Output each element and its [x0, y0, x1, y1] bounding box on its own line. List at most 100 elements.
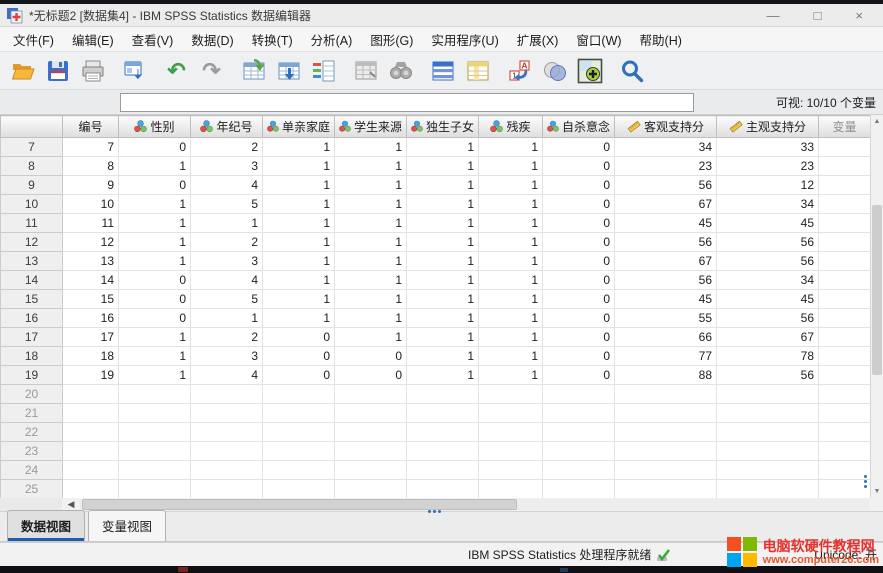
- row-number-cell[interactable]: 25: [1, 480, 63, 499]
- data-cell[interactable]: [717, 385, 819, 404]
- data-cell[interactable]: 1: [119, 233, 191, 252]
- data-cell[interactable]: [63, 480, 119, 499]
- data-cell[interactable]: [615, 461, 717, 480]
- data-cell[interactable]: [543, 461, 615, 480]
- variables-info-icon[interactable]: [306, 55, 341, 87]
- data-cell[interactable]: [63, 385, 119, 404]
- data-cell[interactable]: 1: [119, 328, 191, 347]
- data-cell[interactable]: [263, 385, 335, 404]
- data-cell[interactable]: 0: [119, 309, 191, 328]
- data-cell[interactable]: [63, 404, 119, 423]
- data-cell[interactable]: 4: [191, 271, 263, 290]
- data-cell[interactable]: 1: [335, 328, 407, 347]
- data-cell[interactable]: 56: [717, 309, 819, 328]
- data-cell[interactable]: [263, 423, 335, 442]
- data-cell[interactable]: 1: [335, 309, 407, 328]
- data-cell[interactable]: [191, 442, 263, 461]
- data-cell[interactable]: [119, 404, 191, 423]
- data-cell[interactable]: [819, 214, 871, 233]
- data-cell[interactable]: 1: [119, 195, 191, 214]
- data-cell[interactable]: [191, 423, 263, 442]
- menu-item-transform[interactable]: 转换(T): [243, 27, 302, 52]
- data-cell[interactable]: 0: [119, 176, 191, 195]
- data-cell[interactable]: 1: [191, 214, 263, 233]
- data-cell[interactable]: 0: [335, 366, 407, 385]
- data-cell[interactable]: [819, 366, 871, 385]
- data-cell[interactable]: 15: [63, 290, 119, 309]
- data-cell[interactable]: 10: [63, 195, 119, 214]
- data-cell[interactable]: [819, 138, 871, 157]
- data-cell[interactable]: 78: [717, 347, 819, 366]
- row-number-cell[interactable]: 18: [1, 347, 63, 366]
- data-cell[interactable]: 4: [191, 366, 263, 385]
- data-cell[interactable]: 0: [543, 366, 615, 385]
- data-cell[interactable]: [819, 328, 871, 347]
- row-number-cell[interactable]: 23: [1, 442, 63, 461]
- scroll-up-icon[interactable]: ▲: [871, 115, 883, 128]
- open-file-icon[interactable]: [5, 55, 40, 87]
- grid-corner-cell[interactable]: [1, 116, 63, 138]
- data-cell[interactable]: [819, 290, 871, 309]
- data-cell[interactable]: 1: [263, 214, 335, 233]
- data-cell[interactable]: 0: [543, 252, 615, 271]
- data-cell[interactable]: [191, 461, 263, 480]
- column-header-9[interactable]: 客观支持分: [615, 116, 717, 138]
- data-cell[interactable]: 9: [63, 176, 119, 195]
- row-number-cell[interactable]: 8: [1, 157, 63, 176]
- data-cell[interactable]: 13: [63, 252, 119, 271]
- data-cell[interactable]: 67: [615, 252, 717, 271]
- show-all-variables-icon[interactable]: [572, 55, 607, 87]
- vertical-scrollbar[interactable]: ▲ ▼: [870, 115, 883, 498]
- close-button[interactable]: ×: [855, 9, 863, 22]
- data-cell[interactable]: [335, 404, 407, 423]
- menu-item-utilities[interactable]: 实用程序(U): [422, 27, 507, 52]
- data-cell[interactable]: 0: [119, 290, 191, 309]
- data-cell[interactable]: 1: [407, 271, 479, 290]
- data-cell[interactable]: [717, 423, 819, 442]
- data-cell[interactable]: 33: [717, 138, 819, 157]
- data-cell[interactable]: 23: [717, 157, 819, 176]
- row-number-cell[interactable]: 10: [1, 195, 63, 214]
- data-cell[interactable]: 1: [263, 271, 335, 290]
- row-number-cell[interactable]: 19: [1, 366, 63, 385]
- data-cell[interactable]: [335, 461, 407, 480]
- data-cell[interactable]: 56: [615, 176, 717, 195]
- value-labels-icon[interactable]: 1A: [502, 55, 537, 87]
- data-cell[interactable]: [407, 442, 479, 461]
- data-cell[interactable]: [407, 480, 479, 499]
- data-cell[interactable]: 1: [407, 233, 479, 252]
- data-cell[interactable]: [335, 385, 407, 404]
- data-cell[interactable]: 1: [479, 366, 543, 385]
- data-cell[interactable]: 1: [263, 157, 335, 176]
- print-icon[interactable]: [75, 55, 110, 87]
- find-icon[interactable]: [383, 55, 418, 87]
- vertical-scrollbar-thumb[interactable]: [872, 205, 882, 375]
- data-cell[interactable]: 1: [407, 347, 479, 366]
- data-cell[interactable]: 1: [407, 252, 479, 271]
- data-cell[interactable]: [615, 404, 717, 423]
- data-cell[interactable]: 1: [335, 252, 407, 271]
- horizontal-scrollbar-thumb[interactable]: [82, 499, 517, 510]
- data-cell[interactable]: 16: [63, 309, 119, 328]
- data-cell[interactable]: [263, 480, 335, 499]
- data-cell[interactable]: [819, 442, 871, 461]
- menu-item-edit[interactable]: 编辑(E): [63, 27, 123, 52]
- data-cell[interactable]: 1: [407, 290, 479, 309]
- menu-item-extensions[interactable]: 扩展(X): [508, 27, 568, 52]
- menu-item-window[interactable]: 窗口(W): [567, 27, 630, 52]
- insert-variable-icon[interactable]: [460, 55, 495, 87]
- data-cell[interactable]: 18: [63, 347, 119, 366]
- data-cell[interactable]: 0: [543, 290, 615, 309]
- row-number-cell[interactable]: 20: [1, 385, 63, 404]
- data-cell[interactable]: [479, 385, 543, 404]
- column-header-7[interactable]: 残疾: [479, 116, 543, 138]
- data-cell[interactable]: 0: [263, 347, 335, 366]
- data-cell[interactable]: [407, 404, 479, 423]
- data-cell[interactable]: 12: [717, 176, 819, 195]
- data-cell[interactable]: 1: [479, 271, 543, 290]
- data-cell[interactable]: [119, 423, 191, 442]
- data-cell[interactable]: 67: [615, 195, 717, 214]
- data-cell[interactable]: [543, 423, 615, 442]
- data-cell[interactable]: 1: [263, 309, 335, 328]
- data-cell[interactable]: 88: [615, 366, 717, 385]
